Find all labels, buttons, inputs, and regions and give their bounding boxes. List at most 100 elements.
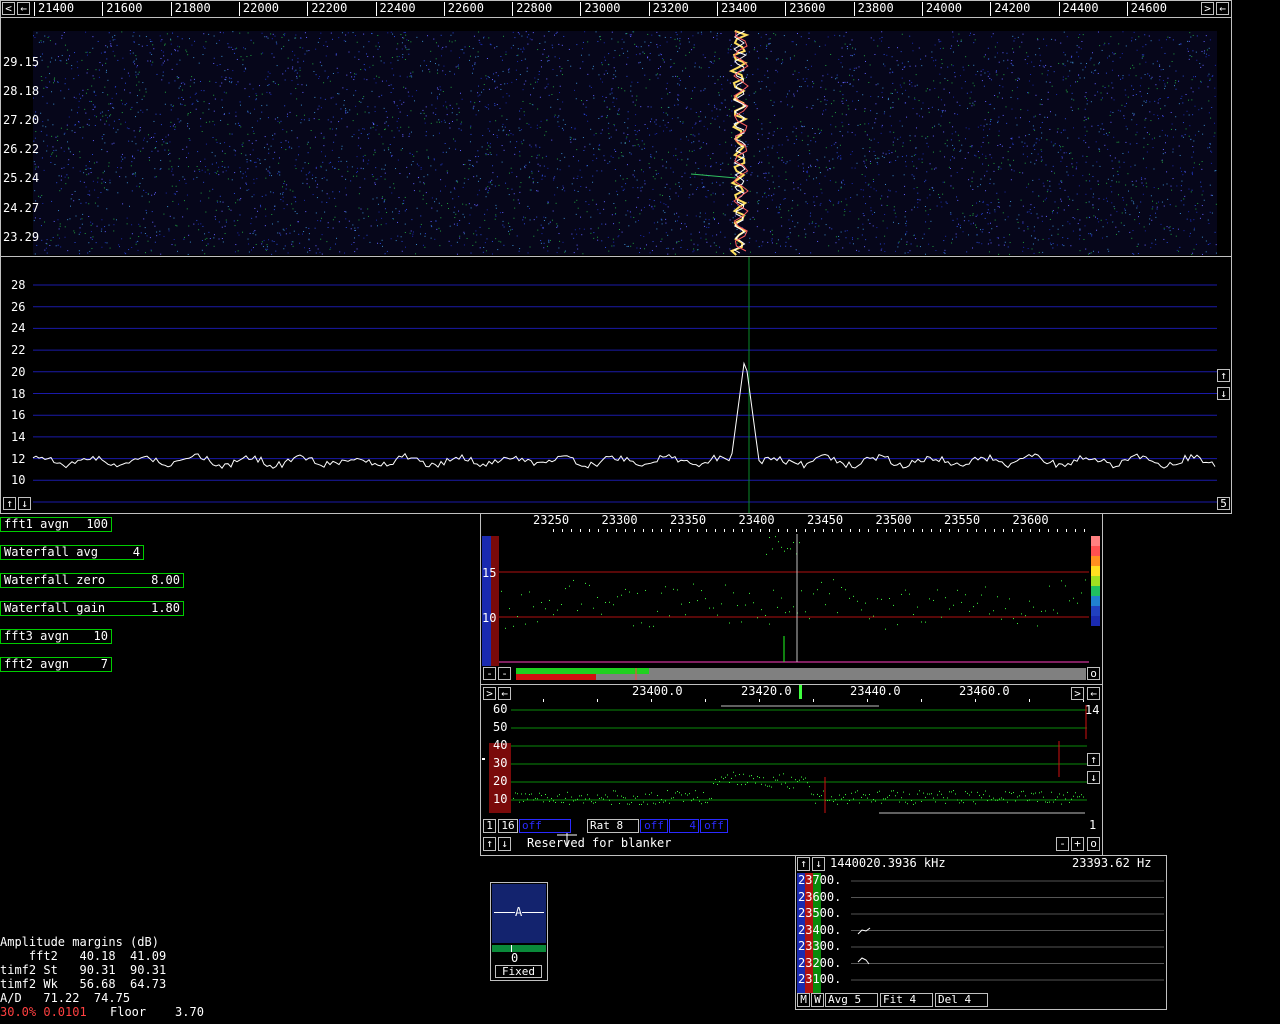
param-fft2-avgn[interactable]: fft2 avgn 7 (0, 657, 112, 672)
main-scale-tick: 22400 (379, 1, 416, 15)
param-value: 4 (132, 545, 140, 559)
freq-avg-button[interactable]: Avg 5 (825, 993, 878, 1007)
scroll-right-button[interactable]: > (1201, 2, 1214, 15)
spectrum-y-label: 22 (11, 343, 26, 358)
frequency-y-label: 23400. (798, 922, 842, 937)
agc-meter[interactable]: A (492, 884, 546, 943)
spectrum-panel[interactable]: 28 26 24 22 20 18 16 14 12 10 ↑ ↓ ↑ ↓ 5 (0, 256, 1232, 514)
main-scale-tick: 23600 (789, 1, 826, 15)
spectrum-y-label: 28 (11, 278, 26, 292)
baseband-y-label: 15 (482, 566, 497, 580)
main-scale-tick: 21800 (174, 1, 211, 15)
status-red-readout: 30.0% 0.0101 (0, 1005, 87, 1019)
waterfall-time-label: 26.22 (3, 142, 40, 157)
baseband-scale-tick: 23400 (738, 513, 775, 527)
main-scale-tick: 24200 (994, 1, 1031, 15)
spectrum-graph[interactable] (1, 257, 1231, 513)
highres-ctrl-off2[interactable]: off (640, 819, 668, 833)
baseband-o-button[interactable]: o (1087, 667, 1100, 680)
baseband-scale-tick: 23350 (670, 513, 707, 527)
waterfall-time-label: 25.24 (3, 171, 40, 186)
spectrum-corner-button[interactable]: 5 (1217, 497, 1230, 510)
blanker-o-button[interactable]: o (1087, 837, 1100, 851)
highres-up2-button[interactable]: ↑ (483, 837, 496, 851)
spectrum-y-label: 20 (11, 364, 26, 379)
main-scale-tick: 23800 (857, 1, 894, 15)
spectrum-shift-up-button[interactable]: ↑ (3, 497, 16, 510)
highres-ctrl-rat[interactable]: Rat 8 (587, 819, 639, 833)
highres-down2-button[interactable]: ↓ (498, 837, 511, 851)
param-label: fft3 avgn (4, 629, 70, 643)
highres-ctrl-1[interactable]: 1 (483, 819, 496, 833)
highres-right-button[interactable]: > (483, 687, 496, 700)
freq-down-button[interactable]: ↓ (812, 857, 825, 871)
frequency-y-label: 23600. (798, 889, 842, 904)
spectrum-shift-down-button[interactable]: ↓ (18, 497, 31, 510)
blanker-minus-button[interactable]: - (1056, 837, 1069, 851)
param-label: fft1 avgn (4, 517, 70, 531)
freq-del-button[interactable]: Del 4 (935, 993, 988, 1007)
main-scale-tick-mark (238, 2, 240, 16)
freq-fit-button[interactable]: Fit 4 (880, 993, 933, 1007)
blanker-plus-button[interactable]: + (1071, 837, 1084, 851)
main-frequency-scale[interactable]: < ← 21400 21600 21800 22000 22200 22400 22600 2… (0, 0, 1232, 18)
highres-right2-button[interactable]: > (1071, 687, 1084, 700)
baseband-minus-button[interactable]: - (483, 667, 496, 680)
spectrum-scale-down-button[interactable]: ↓ (1217, 387, 1230, 400)
margins-row-ad: A/D 71.22 74.75 (0, 991, 131, 1005)
highres-y-label: 50 (493, 720, 508, 734)
param-waterfall-avg[interactable]: Waterfall avg 4 (0, 545, 144, 560)
main-scale-tick: 22600 (447, 1, 484, 15)
scroll-left-button[interactable]: < (2, 2, 15, 15)
main-scale-tick: 23400 (721, 1, 758, 15)
freq-m-button[interactable]: M (797, 993, 810, 1007)
scroll-left-fast-button[interactable]: ← (17, 2, 30, 15)
agc-mode-button[interactable]: Fixed (495, 965, 542, 978)
spectrum-y-label: 24 (11, 321, 26, 336)
highres-ctrl-16[interactable]: 16 (498, 819, 518, 833)
main-scale-tick: 22000 (242, 1, 280, 15)
highres-y-label: 40 (493, 738, 508, 752)
highres-panel[interactable]: > ← > ← 23400.0 23420.0 23440.0 23460.0 60 5… (480, 684, 1103, 856)
param-waterfall-zero[interactable]: Waterfall zero 8.00 (0, 573, 184, 588)
param-waterfall-gain[interactable]: Waterfall gain 1.80 (0, 601, 184, 616)
main-scale-tick: 22200 (311, 1, 348, 15)
main-scale-tick-mark (580, 2, 582, 16)
baseband-minus2-button[interactable]: - (498, 667, 511, 680)
spectrum-scale-up-button[interactable]: ↑ (1217, 369, 1230, 382)
waterfall-display[interactable] (1, 18, 1231, 256)
margins-row-timf2-st: timf2 St 90.31 90.31 (0, 963, 167, 977)
highres-down-button[interactable]: ↓ (1087, 771, 1100, 784)
baseband-scale-tick: 23500 (875, 513, 912, 527)
freq-w-button[interactable]: W (811, 993, 824, 1007)
margins-row-timf2-wk: timf2 Wk 56.68 64.73 (0, 977, 167, 991)
frequency-y-label: 23100. (798, 972, 842, 986)
param-label: fft2 avgn (4, 657, 70, 671)
frequency-panel[interactable]: ↑ ↓ 1440020.3936 kHz 23393.62 Hz 23700. 2… (795, 855, 1167, 1010)
baseband-graph[interactable] (481, 514, 1102, 684)
highres-ctrl-off3[interactable]: off (700, 819, 728, 833)
waterfall-panel[interactable]: 29.15 28.18 27.20 26.22 25.24 24.27 23.29 (0, 17, 1232, 257)
agc-level-bar[interactable] (492, 945, 546, 952)
baseband-scale-tick: 23250 (533, 513, 570, 527)
scroll-right-fast-button[interactable]: ← (1216, 2, 1229, 15)
param-fft1-avgn[interactable]: fft1 avgn 100 (0, 517, 112, 532)
highres-up-button[interactable]: ↑ (1087, 753, 1100, 766)
freq-up-button[interactable]: ↑ (797, 857, 810, 871)
highres-scale-tick: 23420.0 (741, 684, 792, 698)
highres-ctrl-off1[interactable]: off (519, 819, 571, 833)
baseband-scale-tick: 23300 (601, 513, 638, 527)
highres-ctrl-4[interactable]: 4 (669, 819, 699, 833)
main-scale-tick: 24400 (1062, 1, 1099, 15)
highres-graph[interactable] (481, 685, 1102, 855)
agc-widget[interactable]: A 0 Fixed (490, 882, 548, 981)
highres-left-button[interactable]: ← (498, 687, 511, 700)
baseband-scale-tick: 23450 (807, 513, 844, 527)
margins-title: Amplitude margins (dB) (0, 935, 159, 949)
margins-row-fft2: fft2 40.18 41.09 (0, 949, 167, 963)
baseband-panel[interactable]: 23250 23300 23350 23400 23450 23500 23550 23600… (480, 513, 1103, 685)
param-fft3-avgn[interactable]: fft3 avgn 10 (0, 629, 112, 644)
main-scale-tick-mark (1058, 2, 1060, 16)
highres-left2-button[interactable]: ← (1087, 687, 1100, 700)
frequency-track-graph[interactable] (796, 856, 1166, 1009)
